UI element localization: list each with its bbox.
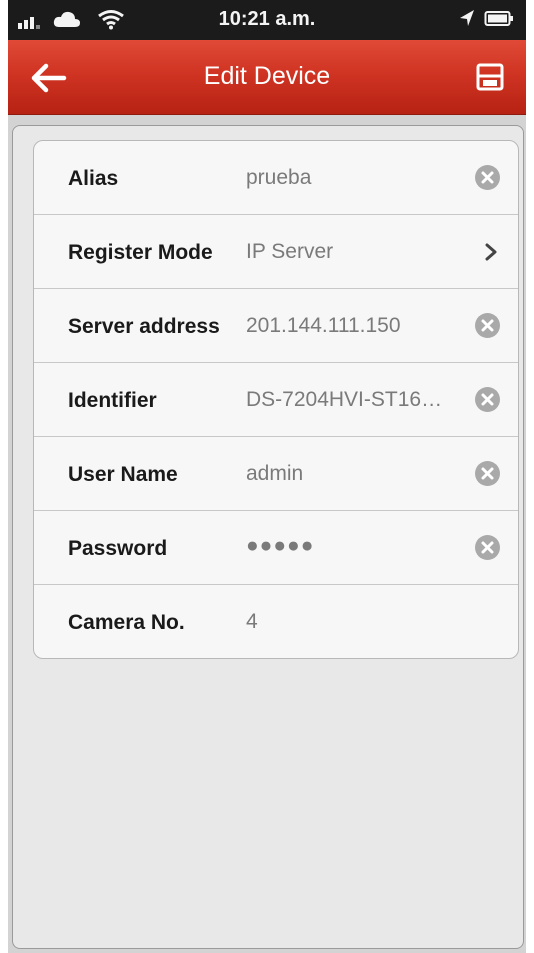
clear-user-name-icon[interactable]	[475, 461, 500, 486]
server-address-label: Server address	[68, 315, 220, 338]
identifier-field[interactable]: DS-7204HVI-ST16…	[246, 388, 442, 412]
camera-no-value: 4	[246, 610, 258, 633]
location-arrow-icon	[460, 10, 474, 26]
nav-bar: Edit Device	[8, 40, 526, 115]
clear-server-address-icon[interactable]	[475, 313, 500, 338]
phone-screen: 10:21 a.m. Edit Device Alias prueba Regi…	[0, 0, 534, 953]
user-name-row[interactable]: User Name admin	[34, 437, 518, 511]
device-form: Alias prueba Register Mode IP Server Ser…	[33, 140, 519, 659]
battery-icon	[484, 11, 513, 26]
password-row[interactable]: Password ●●●●●	[34, 511, 518, 585]
content-panel: Alias prueba Register Mode IP Server Ser…	[12, 125, 524, 949]
status-time: 10:21 a.m.	[218, 8, 316, 30]
alias-label: Alias	[68, 167, 119, 190]
password-label: Password	[68, 537, 168, 560]
save-icon	[476, 63, 504, 91]
camera-no-row[interactable]: Camera No. 4	[34, 585, 518, 658]
clear-password-icon[interactable]	[475, 535, 500, 560]
content-area: Alias prueba Register Mode IP Server Ser…	[8, 115, 526, 953]
save-button[interactable]	[470, 60, 510, 96]
clear-identifier-icon[interactable]	[475, 387, 500, 412]
user-name-label: User Name	[68, 463, 178, 486]
server-address-row[interactable]: Server address 201.144.111.150	[34, 289, 518, 363]
status-bar: 10:21 a.m.	[8, 0, 526, 40]
server-address-field[interactable]: 201.144.111.150	[246, 314, 401, 338]
register-mode-row[interactable]: Register Mode IP Server	[34, 215, 518, 289]
camera-no-label: Camera No.	[68, 611, 185, 634]
identifier-row[interactable]: Identifier DS-7204HVI-ST16…	[34, 363, 518, 437]
alias-field[interactable]: prueba	[246, 166, 311, 190]
alias-row[interactable]: Alias prueba	[34, 141, 518, 215]
user-name-field[interactable]: admin	[246, 462, 303, 486]
register-mode-label: Register Mode	[68, 241, 213, 264]
chevron-right-icon	[485, 243, 497, 261]
identifier-label: Identifier	[68, 389, 157, 412]
page-title: Edit Device	[203, 62, 331, 90]
clear-alias-icon[interactable]	[475, 165, 500, 190]
password-field[interactable]: ●●●●●	[246, 534, 314, 558]
status-right	[458, 8, 514, 28]
register-mode-value: IP Server	[246, 240, 334, 263]
